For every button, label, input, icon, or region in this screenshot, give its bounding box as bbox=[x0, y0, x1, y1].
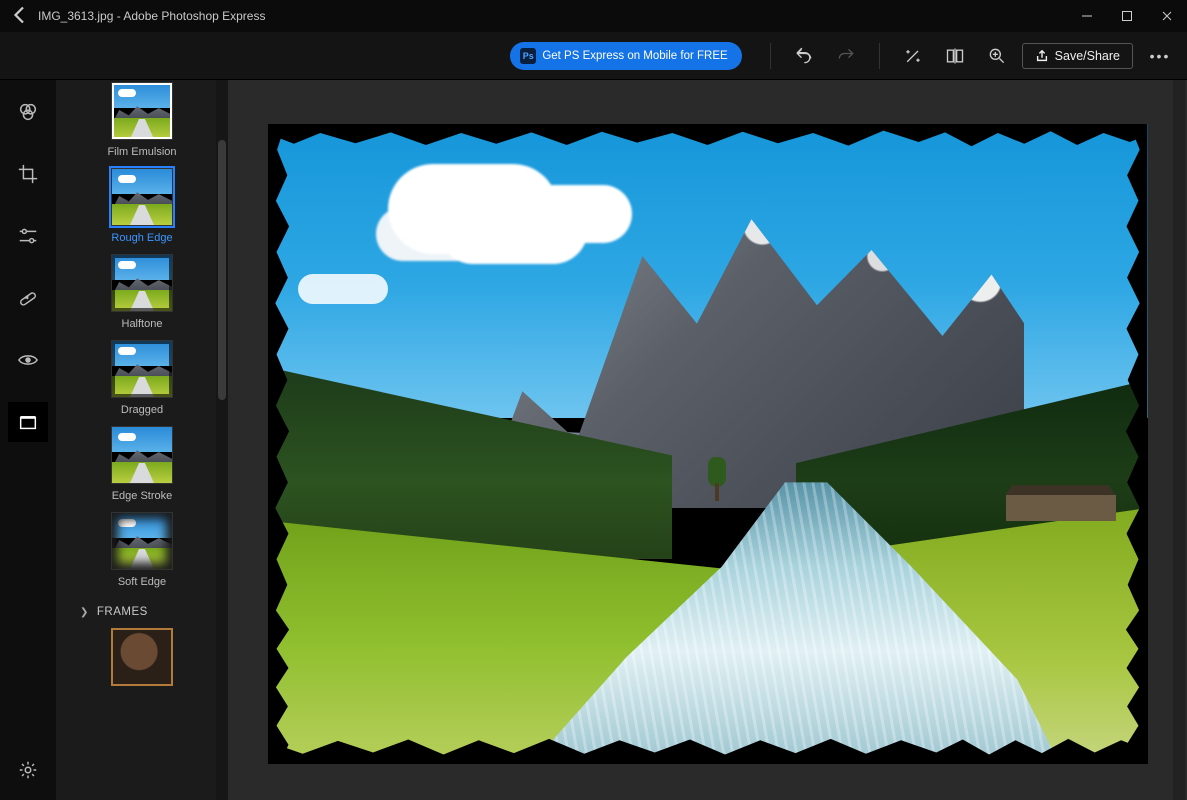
window-minimize-button[interactable] bbox=[1067, 0, 1107, 32]
toolbar-separator bbox=[879, 43, 880, 69]
preset-label: Film Emulsion bbox=[107, 146, 176, 158]
preset-label: Halftone bbox=[122, 318, 163, 330]
rail-adjust[interactable] bbox=[8, 216, 48, 256]
frames-section-label: FRAMES bbox=[97, 606, 148, 618]
rail-heal[interactable] bbox=[8, 278, 48, 318]
border-preset-rough_edge[interactable]: Rough Edge bbox=[56, 168, 228, 244]
redo-button[interactable] bbox=[829, 39, 863, 73]
border-preset-dragged[interactable]: Dragged bbox=[56, 340, 228, 416]
ps-logo-icon: Ps bbox=[520, 48, 536, 64]
rail-settings[interactable] bbox=[0, 750, 56, 790]
chevron-right-icon: ❯ bbox=[80, 607, 89, 618]
border-preset-halftone[interactable]: Halftone bbox=[56, 254, 228, 330]
preset-thumbnail bbox=[111, 340, 173, 398]
promo-label: Get PS Express on Mobile for FREE bbox=[542, 50, 727, 62]
frame-preset-thumbnail[interactable] bbox=[111, 628, 173, 686]
titlebar: IMG_3613.jpg - Adobe Photoshop Express bbox=[0, 0, 1187, 32]
zoom-button[interactable] bbox=[980, 39, 1014, 73]
preset-thumbnail bbox=[111, 82, 173, 140]
compare-button[interactable] bbox=[938, 39, 972, 73]
borders-panel: Film Emulsion Rough Edge Halftone Dragged Ed… bbox=[56, 80, 228, 800]
rail-redeye[interactable] bbox=[8, 340, 48, 380]
frames-section-header[interactable]: ❯ FRAMES bbox=[56, 598, 228, 628]
preset-label: Soft Edge bbox=[118, 576, 166, 588]
save-share-label: Save/Share bbox=[1055, 49, 1120, 63]
preset-thumbnail bbox=[111, 254, 173, 312]
rail-crop[interactable] bbox=[8, 154, 48, 194]
toolbar-separator bbox=[770, 43, 771, 69]
preset-thumbnail bbox=[111, 512, 173, 570]
promo-pill[interactable]: Ps Get PS Express on Mobile for FREE bbox=[510, 42, 741, 70]
save-share-button[interactable]: Save/Share bbox=[1022, 43, 1133, 69]
preset-label: Dragged bbox=[121, 404, 163, 416]
border-preset-film_emulsion[interactable]: Film Emulsion bbox=[56, 82, 228, 158]
border-preset-edge_stroke[interactable]: Edge Stroke bbox=[56, 426, 228, 502]
preset-label: Rough Edge bbox=[111, 232, 172, 244]
preset-label: Edge Stroke bbox=[112, 490, 173, 502]
rail-borders[interactable] bbox=[8, 402, 48, 442]
image-canvas[interactable] bbox=[268, 124, 1148, 764]
window-close-button[interactable] bbox=[1147, 0, 1187, 32]
top-toolbar: Ps Get PS Express on Mobile for FREE Sav… bbox=[0, 32, 1187, 80]
auto-enhance-button[interactable] bbox=[896, 39, 930, 73]
share-icon bbox=[1035, 49, 1049, 63]
preset-thumbnail bbox=[111, 168, 173, 226]
tool-rail bbox=[0, 80, 56, 800]
panel-scrollbar-thumb[interactable] bbox=[218, 140, 226, 400]
border-preset-soft_edge[interactable]: Soft Edge bbox=[56, 512, 228, 588]
window-title: IMG_3613.jpg - Adobe Photoshop Express bbox=[38, 9, 265, 23]
preset-thumbnail bbox=[111, 426, 173, 484]
undo-button[interactable] bbox=[787, 39, 821, 73]
back-button[interactable] bbox=[8, 3, 32, 30]
more-menu-button[interactable]: ••• bbox=[1145, 48, 1175, 64]
canvas-area bbox=[228, 80, 1187, 800]
window-maximize-button[interactable] bbox=[1107, 0, 1147, 32]
rail-looks[interactable] bbox=[8, 92, 48, 132]
photo-content bbox=[268, 124, 1148, 764]
canvas-scrollbar[interactable] bbox=[1173, 80, 1185, 800]
